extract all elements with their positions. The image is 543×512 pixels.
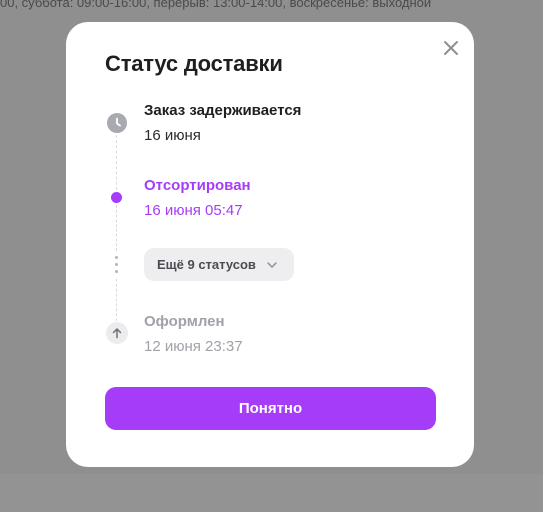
step-title-delayed: Заказ задерживается — [144, 102, 302, 119]
arrow-up-icon — [106, 322, 128, 344]
delivery-status-modal: Статус доставки Заказ задерживается 16 и… — [66, 22, 474, 467]
step-title-sorted: Отсортирован — [144, 177, 251, 194]
show-more-statuses-label: Ещё 9 статусов — [157, 257, 256, 272]
step-date-created: 12 июня 23:37 — [144, 338, 243, 355]
current-status-dot — [111, 192, 122, 203]
more-dots-icon — [115, 256, 119, 274]
confirm-button-label: Понятно — [238, 400, 303, 417]
show-more-statuses-button[interactable]: Ещё 9 статусов — [144, 248, 294, 281]
step-date-sorted: 16 июня 05:47 — [144, 202, 243, 219]
background-footer-band — [0, 474, 543, 512]
confirm-button[interactable]: Понятно — [105, 387, 436, 430]
step-title-created: Оформлен — [144, 313, 225, 330]
timeline-connector — [116, 205, 117, 251]
clock-icon — [107, 113, 127, 133]
modal-title: Статус доставки — [105, 51, 283, 76]
chevron-down-icon — [267, 261, 277, 268]
timeline-connector — [116, 279, 117, 321]
background-schedule-text: 00, суббота: 09:00-16:00, перерыв: 13:00… — [0, 0, 432, 10]
step-date-delayed: 16 июня — [144, 127, 201, 144]
close-icon[interactable] — [441, 38, 461, 58]
timeline-connector — [116, 135, 117, 190]
